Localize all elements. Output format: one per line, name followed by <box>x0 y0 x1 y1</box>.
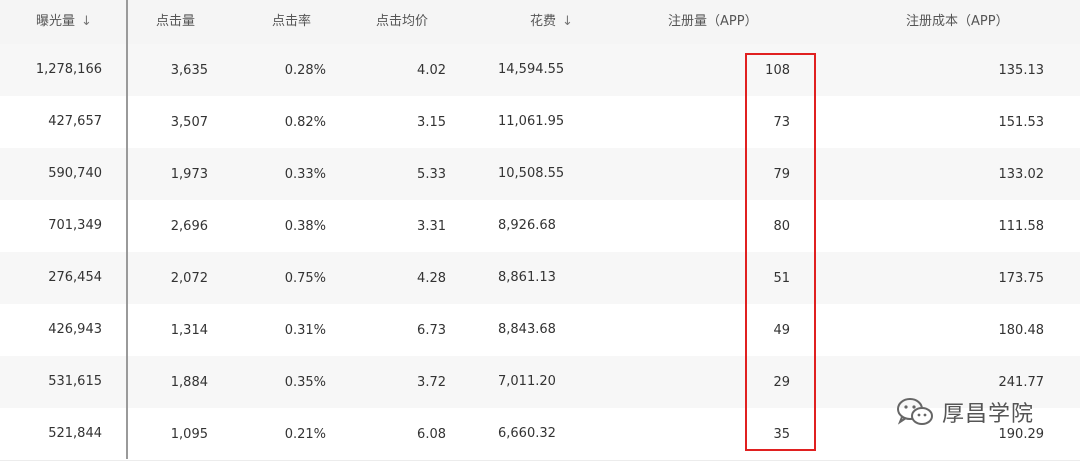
cell-registrations: 79 <box>773 166 790 182</box>
cell-reg_cost: 111.58 <box>998 218 1045 234</box>
cell-clicks: 3,507 <box>170 114 208 130</box>
table-row[interactable]: 427,657 3,507 0.82% 3.15 11,061.95 73 151.53 <box>0 96 1080 149</box>
cell-clicks: 1,314 <box>170 322 208 338</box>
watermark: 厚昌学院 <box>896 392 1034 432</box>
cell-cpc: 6.08 <box>417 426 446 442</box>
cell-reg_cost: 135.13 <box>998 62 1045 78</box>
header-impressions[interactable]: 曝光量 ↓ <box>36 0 92 44</box>
cell-reg_cost: 180.48 <box>998 322 1045 338</box>
cell-impressions: 590,740 <box>48 166 102 181</box>
cell-registrations: 108 <box>765 62 790 78</box>
cell-ctr: 0.38% <box>284 218 326 234</box>
cell-ctr: 0.35% <box>284 374 326 390</box>
sort-down-icon[interactable]: ↓ <box>562 14 573 29</box>
table-row[interactable]: 276,454 2,072 0.75% 4.28 8,861.13 51 173.75 <box>0 252 1080 305</box>
cell-registrations: 49 <box>773 322 790 338</box>
cell-reg_cost: 173.75 <box>998 270 1045 286</box>
cell-spend: 14,594.55 <box>498 62 565 77</box>
cell-spend: 6,660.32 <box>498 426 556 441</box>
cell-cpc: 3.72 <box>417 374 446 390</box>
cell-clicks: 2,696 <box>170 218 208 234</box>
header-registrations[interactable]: 注册量（APP） <box>668 0 758 44</box>
cell-ctr: 0.82% <box>284 114 326 130</box>
header-clicks[interactable]: 点击量 <box>156 0 195 44</box>
header-cpc[interactable]: 点击均价 <box>376 0 428 44</box>
cell-clicks: 3,635 <box>170 62 208 78</box>
cell-ctr: 0.21% <box>284 426 326 442</box>
cell-reg_cost: 151.53 <box>998 114 1045 130</box>
table-row[interactable]: 426,943 1,314 0.31% 6.73 8,843.68 49 180.48 <box>0 304 1080 357</box>
cell-spend: 8,926.68 <box>498 218 556 233</box>
cell-spend: 10,508.55 <box>498 166 565 181</box>
cell-impressions: 701,349 <box>48 218 102 233</box>
header-reg-cost[interactable]: 注册成本（APP） <box>906 0 1009 44</box>
table-header: 曝光量 ↓ 点击量 点击率 点击均价 花费 ↓ 注册量（APP） 注册成本（APP） <box>0 0 1080 45</box>
cell-spend: 8,843.68 <box>498 322 556 337</box>
cell-impressions: 531,615 <box>48 374 102 389</box>
table-row[interactable]: 701,349 2,696 0.38% 3.31 8,926.68 80 111.58 <box>0 200 1080 253</box>
cell-cpc: 3.31 <box>417 218 446 234</box>
table-row[interactable]: 590,740 1,973 0.33% 5.33 10,508.55 79 133.02 <box>0 148 1080 201</box>
cell-registrations: 73 <box>773 114 790 130</box>
cell-spend: 8,861.13 <box>498 270 556 285</box>
column-divider[interactable] <box>126 0 128 459</box>
cell-clicks: 2,072 <box>170 270 208 286</box>
cell-registrations: 35 <box>773 426 790 442</box>
cell-impressions: 1,278,166 <box>35 62 102 77</box>
sort-down-icon[interactable]: ↓ <box>81 14 92 29</box>
cell-reg_cost: 133.02 <box>998 166 1045 182</box>
cell-impressions: 521,844 <box>48 426 102 441</box>
cell-ctr: 0.75% <box>284 270 326 286</box>
cell-cpc: 3.15 <box>417 114 446 130</box>
cell-spend: 11,061.95 <box>498 114 565 129</box>
cell-registrations: 29 <box>773 374 790 390</box>
cell-clicks: 1,973 <box>170 166 208 182</box>
cell-ctr: 0.28% <box>284 62 326 78</box>
header-ctr[interactable]: 点击率 <box>272 0 311 44</box>
cell-cpc: 6.73 <box>417 322 446 338</box>
cell-cpc: 5.33 <box>417 166 446 182</box>
table-row[interactable]: 1,278,166 3,635 0.28% 4.02 14,594.55 108 135.1… <box>0 44 1080 97</box>
cell-spend: 7,011.20 <box>498 374 556 389</box>
cell-ctr: 0.33% <box>284 166 326 182</box>
cell-impressions: 276,454 <box>48 270 102 285</box>
cell-cpc: 4.28 <box>417 270 446 286</box>
cell-cpc: 4.02 <box>417 62 446 78</box>
cell-clicks: 1,884 <box>170 374 208 390</box>
cell-registrations: 51 <box>773 270 790 286</box>
watermark-text: 厚昌学院 <box>942 402 1035 427</box>
wechat-icon <box>897 398 933 425</box>
cell-impressions: 427,657 <box>48 114 102 129</box>
cell-registrations: 80 <box>773 218 790 234</box>
header-spend[interactable]: 花费 ↓ <box>530 0 573 44</box>
cell-impressions: 426,943 <box>48 322 102 337</box>
cell-clicks: 1,095 <box>170 426 208 442</box>
cell-ctr: 0.31% <box>284 322 326 338</box>
